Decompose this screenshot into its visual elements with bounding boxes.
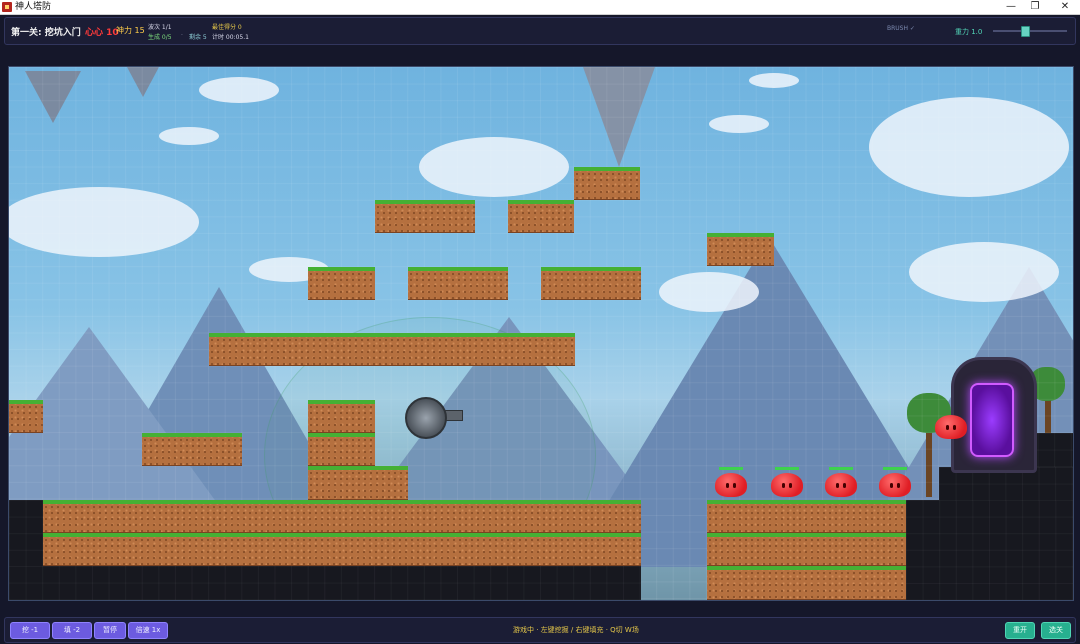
- dirt-block[interactable]: [209, 333, 575, 366]
- level-select-button[interactable]: 选关: [1041, 622, 1071, 639]
- dirt-block[interactable]: [9, 400, 43, 433]
- enemy-health-bar: [829, 467, 853, 470]
- bottom-toolbar: 挖 -1 填 -2 暂停 倍速 1x 游戏中 · 左键挖掘 / 右键填充 · Q…: [4, 617, 1076, 643]
- speed-button[interactable]: 倍速 1x: [128, 622, 168, 639]
- timer: 计时 00:05.1: [212, 34, 249, 41]
- gravity-slider[interactable]: [993, 30, 1067, 32]
- pause-button[interactable]: 暂停: [94, 622, 126, 639]
- dirt-block[interactable]: [574, 167, 640, 200]
- enemy-health-bar: [775, 467, 799, 470]
- dirt-block[interactable]: [707, 566, 906, 600]
- maximize-button[interactable]: ❐: [1020, 0, 1050, 14]
- game-canvas[interactable]: [8, 66, 1074, 601]
- status-text: 游戏中 · 左键挖掘 / 右键填充 · Q切 W场: [513, 626, 639, 634]
- spawned-counter: 生成 0/5: [148, 34, 172, 41]
- enemy-health-bar: [883, 467, 907, 470]
- red-slime: [715, 473, 747, 497]
- level-title: 第一关: 挖坑入门: [11, 28, 81, 38]
- red-slime: [771, 473, 803, 497]
- dirt-block[interactable]: [308, 267, 375, 300]
- wave-counter: 波次 1/1: [148, 24, 172, 31]
- window-title: 神人塔防: [15, 2, 52, 12]
- dirt-block[interactable]: [308, 400, 375, 433]
- dig-button[interactable]: 挖 -1: [10, 622, 50, 639]
- dirt-block[interactable]: [707, 533, 906, 566]
- hud-bar: 第一关: 挖坑入门 心心 10 神力 15 波次 1/1 最佳得分 0 生成 0…: [4, 17, 1076, 45]
- red-slime: [879, 473, 911, 497]
- separator-dot: ·: [181, 32, 183, 39]
- red-slime: [825, 473, 857, 497]
- enemy-health-bar: [719, 467, 743, 470]
- window-titlebar: 神人塔防 — ❐ ✕: [0, 0, 1080, 15]
- dirt-block[interactable]: [707, 233, 774, 266]
- dirt-block[interactable]: [541, 267, 641, 300]
- cannon-turret[interactable]: [405, 397, 447, 439]
- app-icon: [2, 2, 12, 12]
- brush-indicator: BRUSH ✓: [887, 25, 915, 32]
- close-button[interactable]: ✕: [1050, 0, 1080, 14]
- remaining-counter: 剩余 5: [189, 34, 207, 41]
- dirt-block[interactable]: [308, 433, 375, 466]
- gravity-slider-thumb[interactable]: [1021, 26, 1030, 37]
- red-slime: [935, 415, 967, 439]
- dirt-block[interactable]: [707, 500, 906, 533]
- gravity-label: 重力 1.0: [955, 28, 983, 36]
- dirt-block[interactable]: [375, 200, 475, 233]
- portal: [970, 383, 1014, 457]
- dirt-block[interactable]: [43, 500, 641, 533]
- hearts-counter: 心心 10: [85, 28, 119, 38]
- dirt-block[interactable]: [308, 466, 408, 500]
- dirt-block[interactable]: [142, 433, 242, 466]
- bedrock: [9, 566, 641, 600]
- power-counter: 神力 15: [116, 26, 145, 35]
- best-score: 最佳得分 0: [212, 24, 242, 31]
- fill-button[interactable]: 填 -2: [52, 622, 92, 639]
- dirt-block[interactable]: [408, 267, 508, 300]
- dirt-block[interactable]: [508, 200, 574, 233]
- restart-button[interactable]: 重开: [1005, 622, 1035, 639]
- bedrock: [906, 500, 1073, 600]
- dirt-block[interactable]: [43, 533, 641, 566]
